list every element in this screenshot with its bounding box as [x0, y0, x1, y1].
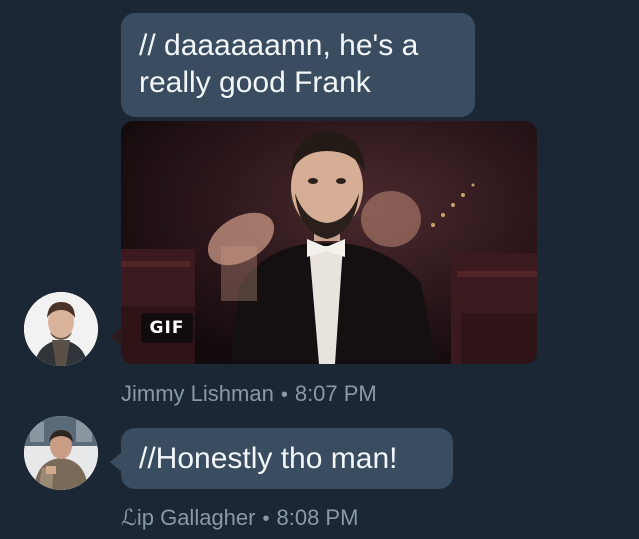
message-text-1: // daaaaaamn, he's a really good Frank	[139, 29, 419, 99]
avatar-jimmy[interactable]	[24, 292, 98, 366]
avatar-image	[24, 416, 98, 490]
sender-name[interactable]: Jimmy Lishman	[121, 381, 274, 406]
sender-name[interactable]: ℒip Gallagher	[121, 505, 255, 530]
message-bubble-1[interactable]: // daaaaaamn, he's a really good Frank	[121, 13, 475, 117]
timestamp: 8:07 PM	[294, 381, 377, 406]
timestamp: 8:08 PM	[276, 505, 359, 530]
meta-separator: •	[280, 384, 288, 406]
gif-message[interactable]: GIF	[121, 121, 537, 364]
message-bubble-2[interactable]: //Honestly tho man!	[121, 428, 453, 489]
message-text-2: //Honestly tho man!	[139, 442, 398, 475]
avatar-lip[interactable]	[24, 416, 98, 490]
message-meta-2: ℒip Gallagher • 8:08 PM	[121, 505, 358, 532]
avatar-image	[24, 292, 98, 366]
message-meta-1: Jimmy Lishman • 8:07 PM	[121, 381, 377, 408]
gif-badge: GIF	[141, 313, 193, 343]
chat-thread: // daaaaaamn, he's a really good Frank G…	[0, 0, 639, 539]
meta-separator: •	[262, 508, 270, 530]
